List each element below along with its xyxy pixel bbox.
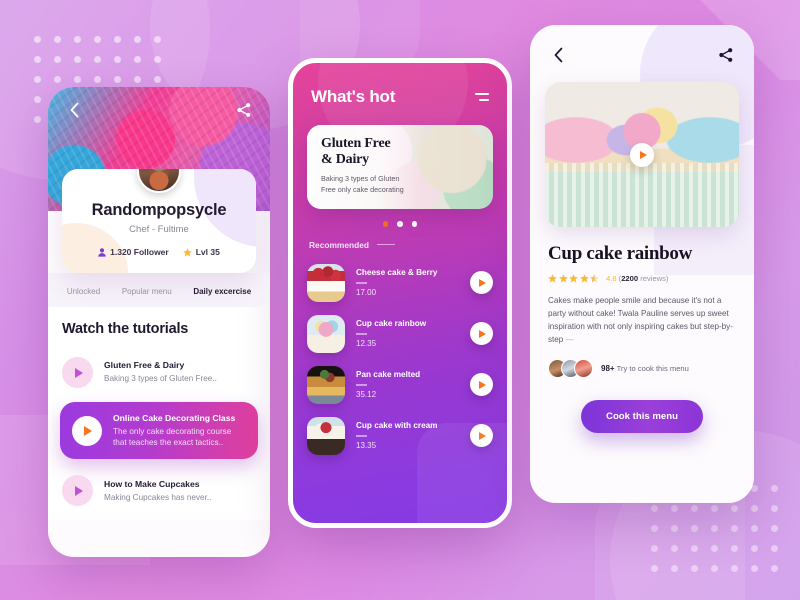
banner-body-line1: Baking 3 types of Gluten [321,174,400,184]
list-item[interactable]: Cup cake rainbow 12.35 [307,309,493,360]
tutorial-item-how-to-make-cupcakes[interactable]: How to Make Cupcakes Making Cupcakes has… [62,469,256,520]
tutorial-title: How to Make Cupcakes [104,478,200,489]
page-title: Cup cake rainbow [548,243,693,264]
profile-tabs: Unlocked Popular menu Daily excercise [48,273,270,307]
star-half-icon [590,274,599,283]
level-label: Lvl 35 [195,247,220,257]
avatar [137,169,181,193]
profile-name: Randompopsycle [91,201,227,219]
detail-hero-image[interactable] [545,82,739,227]
item-price: 35.12 [356,389,377,399]
profile-role: Chef - Fultime [129,224,189,235]
recommended-divider [377,243,396,246]
cup-cake-cream-thumb [307,416,345,455]
detail-description: Cakes make people smile and because it's… [548,296,733,345]
item-divider [356,282,367,284]
hot-screen: What's hot Gluten Free & Dairy Baking 3 … [288,58,512,528]
featured-banner[interactable]: Gluten Free & Dairy Baking 3 types of Gl… [307,125,493,209]
cup-cake-rainbow-thumb [307,314,345,353]
tab-popular-menu[interactable]: Popular menu [118,285,176,298]
item-name: Cheese cake & Berry [356,268,438,278]
tab-daily-excercise[interactable]: Daily excercise [189,285,255,298]
carousel-dot-3[interactable] [411,221,418,227]
item-name: Cup cake rainbow [356,319,427,329]
play-icon[interactable] [62,475,93,507]
item-price: 17.00 [356,287,377,297]
reviews-label: reviews [640,274,666,283]
play-icon[interactable] [630,142,654,167]
list-item[interactable]: Cheese cake & Berry 17.00 [307,258,493,309]
tutorial-item-online-cake-decorating[interactable]: Online Cake Decorating Class The only ca… [60,402,258,460]
tutorial-subtitle: Baking 3 types of Gluten Free.. [104,374,217,384]
item-price: 12.35 [356,338,377,348]
tutorials-section: Watch the tutorials Gluten Free & Dairy … [48,307,270,521]
carousel-dot-1[interactable] [382,221,389,227]
tutorials-heading: Watch the tutorials [62,321,189,337]
cheese-cake-berry-thumb [307,263,345,302]
cook-this-menu-button[interactable]: Cook this menu [581,400,703,434]
star-icon [182,247,192,257]
profile-topbar [48,100,270,120]
item-divider [356,435,367,437]
share-icon[interactable] [716,45,736,65]
followers-stat: 1.320 Follower [98,247,169,257]
cooks-label: Try to cook this menu [616,364,689,374]
banner-heading-line2: & Dairy [321,151,369,167]
chevron-left-icon[interactable] [548,45,568,65]
recommended-header: Recommended [293,227,507,254]
cook-avatars [548,359,593,379]
followers-label: 1.320 Follower [110,247,169,257]
star-rating [548,274,599,283]
cooks-row: 98+ Try to cook this menu [548,359,736,379]
play-icon[interactable] [470,373,493,396]
recommended-label: Recommended [309,239,370,250]
description-dash: — [565,335,574,345]
profile-card: Randompopsycle Chef - Fultime 1.320 Foll… [62,169,256,273]
share-icon[interactable] [234,100,254,120]
profile-stats: 1.320 Follower Lvl 35 [74,247,244,257]
tutorial-item-gluten-free[interactable]: Gluten Free & Dairy Baking 3 types of Gl… [62,351,256,402]
detail-topbar [530,25,754,65]
tutorial-title: Gluten Free & Dairy [104,360,185,371]
rating-row: 4.8 (2200 reviews) [548,274,736,283]
carousel-dot-2[interactable] [397,221,403,227]
hot-screen-deco-2 [417,423,507,523]
level-stat: Lvl 35 [182,247,220,257]
list-item[interactable]: Pan cake melted 35.12 [307,360,493,411]
tutorial-title: Online Cake Decorating Class [113,413,236,423]
reviews-count: 2200 [621,274,639,283]
play-icon[interactable] [470,322,493,345]
tutorial-subtitle: The only cake decorating course that tea… [113,427,232,448]
item-divider [356,333,367,335]
play-icon[interactable] [470,271,493,294]
person-icon [98,247,106,257]
detail-screen: Cup cake rainbow 4.8 (2200 reviews) Cake… [530,25,754,503]
item-name: Pan cake melted [356,370,421,380]
banner-heading-line1: Gluten Free [321,136,391,151]
profile-screen: Randompopsycle Chef - Fultime 1.320 Foll… [48,87,270,557]
pan-cake-melted-thumb [307,365,345,404]
star-icon [548,274,557,283]
banner-body-line2: Free only cake decorating [321,184,404,194]
rating-value: 4.8 [606,274,617,283]
play-icon[interactable] [72,415,102,446]
star-icon [558,274,568,283]
app-showcase: Randompopsycle Chef - Fultime 1.320 Foll… [0,0,800,600]
cook-avatar-3 [574,359,593,379]
tab-unlocked[interactable]: Unlocked [63,285,104,298]
cooks-count: 98+ [601,364,615,374]
star-icon [569,274,578,283]
hamburger-icon[interactable] [475,92,489,102]
item-divider [356,384,367,386]
chevron-left-icon[interactable] [64,100,84,120]
star-icon [579,274,589,283]
tutorial-subtitle: Making Cupcakes has never.. [104,492,212,502]
play-icon[interactable] [62,357,93,388]
